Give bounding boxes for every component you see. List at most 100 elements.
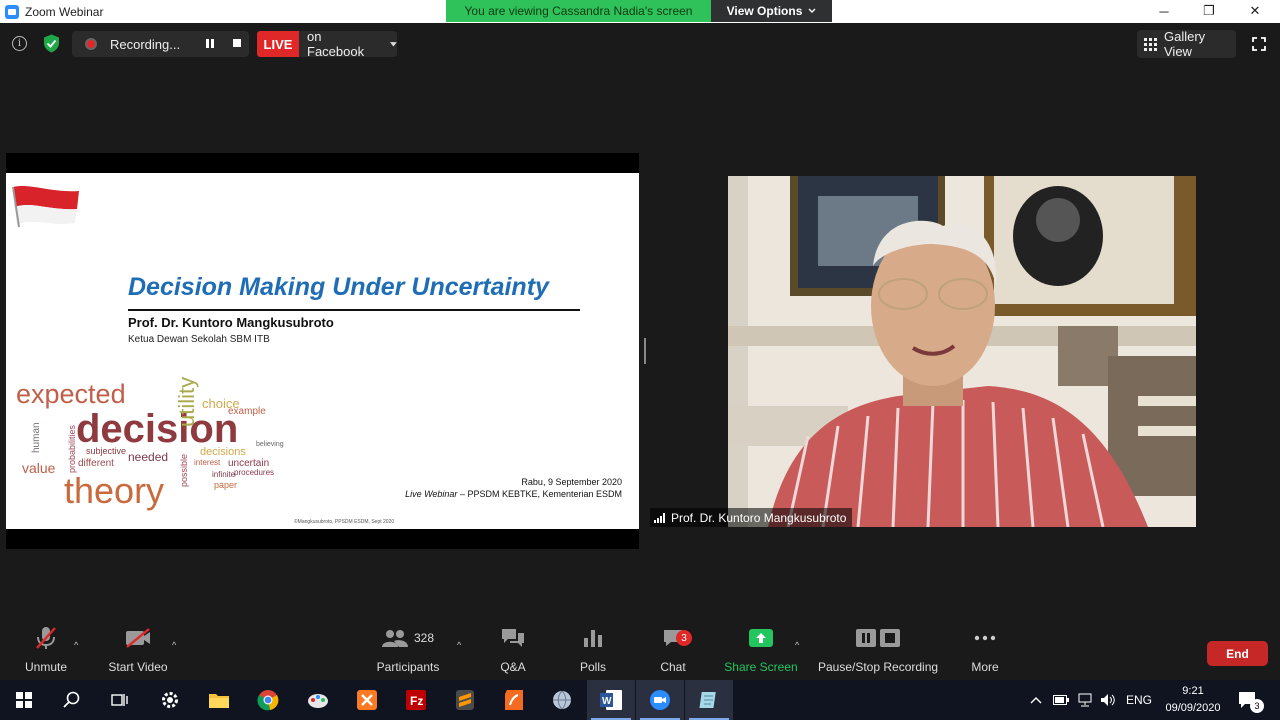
- info-icon[interactable]: i: [12, 36, 27, 51]
- qa-label: Q&A: [500, 660, 526, 674]
- taskbar-settings[interactable]: [146, 680, 194, 720]
- caret-down-icon: [390, 41, 397, 46]
- word-cloud: expected decision theory utility value c…: [16, 369, 286, 524]
- chat-unread-badge: 3: [676, 630, 692, 646]
- chevron-down-icon: [808, 8, 816, 13]
- taskbar-word[interactable]: W: [587, 680, 635, 720]
- participant-name-label: Prof. Dr. Kuntoro Mangkusubroto: [650, 508, 853, 527]
- pause-stop-recording-button[interactable]: Pause/Stop Recording: [818, 622, 938, 679]
- taskbar-zoom[interactable]: [636, 680, 684, 720]
- slide-event-prefix: Live Webinar: [405, 489, 458, 499]
- unmute-button[interactable]: Unmute: [20, 622, 72, 679]
- task-view-button[interactable]: [96, 680, 144, 720]
- gear-icon: [162, 692, 178, 708]
- search-icon: [63, 691, 80, 708]
- viewing-screen-banner: You are viewing Cassandra Nadia's screen: [446, 0, 711, 22]
- split-divider-handle[interactable]: [644, 338, 646, 364]
- taskbar-file-explorer[interactable]: [195, 680, 243, 720]
- wordcloud-word: theory: [64, 470, 165, 511]
- svg-text:W: W: [602, 696, 612, 707]
- zoom-icon: [650, 690, 670, 710]
- filezilla-icon: Fz: [406, 690, 426, 710]
- maximize-button[interactable]: ❐: [1186, 0, 1232, 22]
- share-screen-label: Share Screen: [724, 660, 798, 674]
- speaker-video-frame: [728, 176, 1196, 527]
- window-titlebar: Zoom Webinar You are viewing Cassandra N…: [0, 0, 1280, 23]
- slide-copyright: ©Mangkusubroto, PPSDM ESDM, Sept 2020: [294, 519, 395, 525]
- windows-taskbar: Fz W ENG 9:21 09/09/2020 3: [0, 680, 1280, 720]
- chrome-icon: [257, 690, 279, 711]
- gallery-view-label: Gallery View: [1164, 29, 1206, 59]
- qa-bubbles-icon: [502, 629, 524, 647]
- wordcloud-word: needed: [128, 450, 169, 464]
- wordcloud-word: probabilities: [67, 424, 77, 473]
- view-options-label: View Options: [726, 4, 803, 18]
- participants-options-caret[interactable]: ^: [457, 640, 461, 650]
- participants-count: 328: [413, 631, 435, 645]
- participants-label: Participants: [376, 660, 440, 674]
- sublime-text-icon: [456, 690, 474, 710]
- taskbar-xampp[interactable]: [343, 680, 391, 720]
- stop-icon: [880, 629, 900, 647]
- window-title: Zoom Webinar: [25, 4, 104, 19]
- recording-indicator: Recording...: [72, 31, 249, 57]
- language-indicator[interactable]: ENG: [1126, 680, 1152, 720]
- polls-chart-icon: [584, 630, 602, 647]
- pause-recording-icon[interactable]: [206, 39, 216, 49]
- word-icon: W: [600, 690, 622, 710]
- qa-button[interactable]: Q&A: [492, 622, 534, 679]
- taskbar-clock[interactable]: 9:21 09/09/2020: [1158, 683, 1228, 717]
- security-shield-icon[interactable]: [43, 34, 60, 53]
- taskbar-filezilla[interactable]: Fz: [392, 680, 440, 720]
- microphone-muted-icon: [36, 627, 56, 649]
- share-options-caret[interactable]: ^: [795, 640, 799, 650]
- wordcloud-word: interest: [194, 458, 221, 467]
- minimize-button[interactable]: ─: [1141, 0, 1187, 22]
- close-button[interactable]: ✕: [1232, 0, 1278, 22]
- battery-tray[interactable]: [1053, 680, 1069, 720]
- pause-stop-recording-label: Pause/Stop Recording: [817, 660, 939, 674]
- audio-options-caret[interactable]: ^: [74, 640, 78, 650]
- taskbar-app-notes[interactable]: [685, 680, 733, 720]
- participants-button[interactable]: 328 Participants: [374, 622, 442, 679]
- notification-center[interactable]: 3: [1238, 680, 1264, 720]
- taskbar-foxit[interactable]: [490, 680, 538, 720]
- meeting-topbar: i Recording... LIVE on Facebook Gallery …: [0, 23, 1280, 63]
- more-dots-icon: [974, 635, 996, 641]
- taskbar-chrome[interactable]: [244, 680, 292, 720]
- start-button[interactable]: [0, 680, 48, 720]
- wordcloud-word: value: [22, 460, 56, 476]
- volume-tray[interactable]: [1100, 680, 1116, 720]
- meeting-toolbar: Unmute ^ Start Video ^ 328 Participants …: [0, 622, 1280, 679]
- live-target-label: on Facebook: [307, 29, 365, 59]
- end-button[interactable]: End: [1207, 641, 1268, 666]
- taskbar-app-globe[interactable]: [538, 680, 586, 720]
- network-tray[interactable]: [1077, 680, 1093, 720]
- more-button[interactable]: More: [968, 622, 1002, 679]
- wordcloud-word: example: [228, 406, 266, 417]
- polls-button[interactable]: Polls: [574, 622, 612, 679]
- view-options-button[interactable]: View Options: [711, 0, 832, 22]
- fullscreen-icon[interactable]: [1252, 37, 1266, 51]
- presentation-slide: Decision Making Under Uncertainty Prof. …: [6, 173, 639, 529]
- zoom-app-icon: [5, 4, 19, 19]
- wordcloud-word: procedures: [234, 468, 275, 477]
- more-label: More: [971, 660, 999, 674]
- network-icon: [1078, 693, 1092, 707]
- video-options-caret[interactable]: ^: [172, 640, 176, 650]
- share-screen-button[interactable]: Share Screen: [724, 622, 798, 679]
- chat-label: Chat: [660, 660, 686, 674]
- taskbar-sublime[interactable]: [441, 680, 489, 720]
- stop-recording-icon[interactable]: [233, 39, 241, 47]
- start-video-button[interactable]: Start Video: [106, 622, 170, 679]
- wordcloud-word: different: [78, 458, 114, 469]
- live-stream-indicator[interactable]: LIVE on Facebook: [257, 29, 397, 59]
- live-target[interactable]: on Facebook: [299, 29, 397, 59]
- search-button[interactable]: [48, 680, 96, 720]
- gallery-view-button[interactable]: Gallery View: [1137, 29, 1236, 59]
- taskbar-app-paint[interactable]: [294, 680, 342, 720]
- slide-title: Decision Making Under Uncertainty: [128, 273, 549, 301]
- wordcloud-word: believing: [256, 441, 284, 448]
- xampp-icon: [357, 690, 377, 710]
- show-hidden-icons[interactable]: [1030, 680, 1042, 720]
